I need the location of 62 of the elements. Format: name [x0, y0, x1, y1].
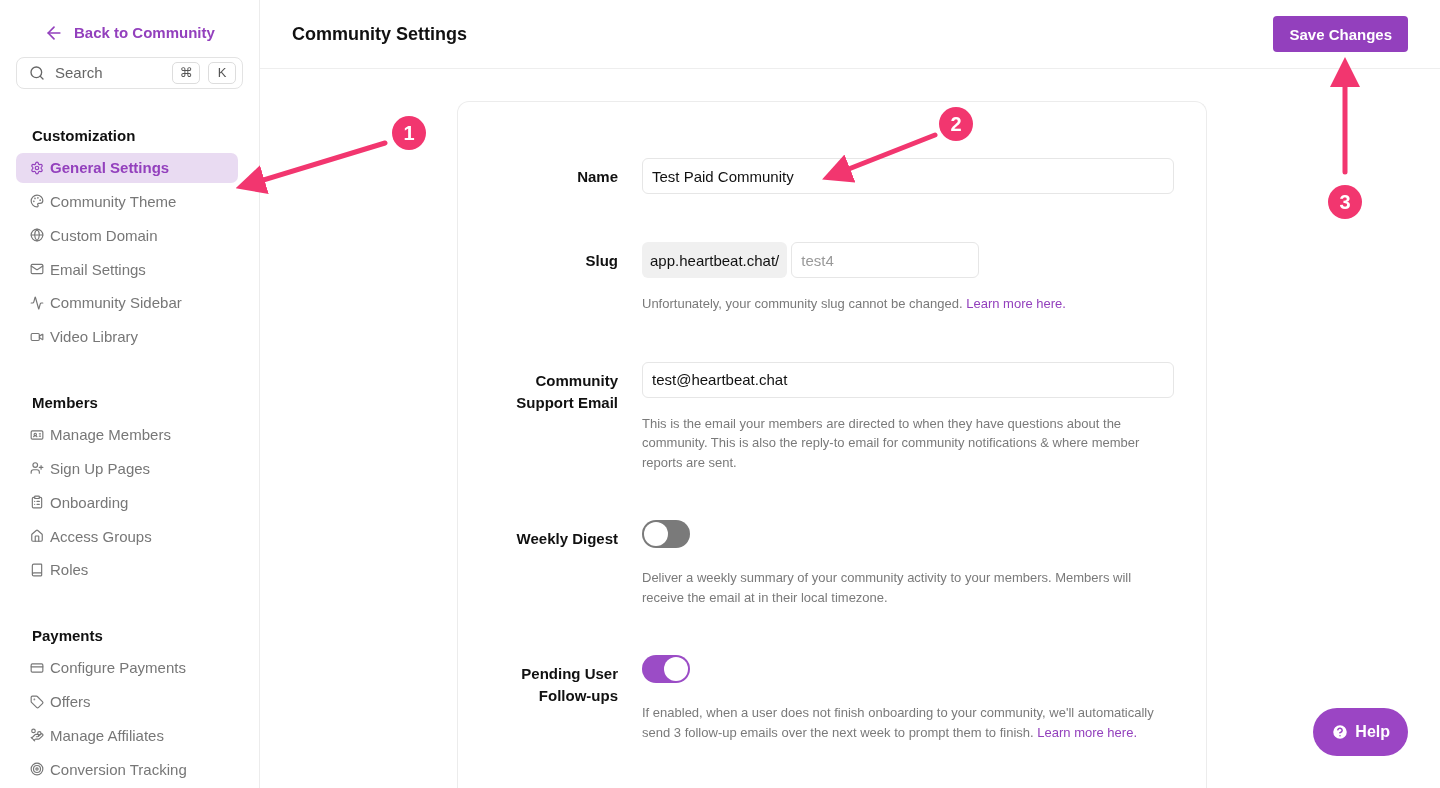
toggle-switch[interactable]: [642, 655, 690, 683]
help-text: If enabled, when a user does not finish onboarding to your community, we'll automatically send 3 follow-up emails over the next week to prompt them to finish. Learn more here.: [642, 704, 1155, 742]
help-text: Unfortunately, your community slug cannot be changed. Learn more here.: [642, 295, 1067, 313]
slug-field[interactable]: test4: [791, 242, 980, 278]
field-label: Name: [576, 167, 618, 187]
credit-card-icon: [30, 660, 44, 675]
pulse-icon: [30, 295, 44, 310]
globe-icon: [30, 228, 44, 243]
field-label: Pending User Follow-ups: [520, 664, 618, 706]
text-field[interactable]: Test Paid Community: [642, 158, 1174, 194]
help-text: Deliver a weekly summary of your community activity to your members. Members will receive the email at in their local timezone.: [642, 569, 1133, 607]
save-button[interactable]: Save Changes: [1273, 16, 1408, 52]
toggle-switch[interactable]: [642, 520, 690, 548]
page-title: Community Settings: [292, 23, 467, 45]
sidebar-item[interactable]: Sign Up Pages: [16, 453, 238, 484]
tag-icon: [30, 694, 44, 709]
sidebar-item[interactable]: Community Sidebar: [16, 288, 238, 318]
section-title: Customization: [31, 126, 137, 144]
user-plus-icon: [30, 461, 44, 476]
shortcut-key: K: [208, 61, 236, 84]
sidebar-item[interactable]: General Settings: [16, 152, 238, 183]
field-label: Community Support Email: [515, 370, 618, 413]
sidebar-item[interactable]: Configure Payments: [16, 652, 238, 683]
step-number: 2: [939, 107, 973, 141]
id-card-icon: [30, 427, 44, 442]
sidebar-item[interactable]: Video Library: [16, 321, 238, 352]
section-title: Payments: [31, 626, 104, 644]
sidebar-item[interactable]: Manage Affiliates: [16, 720, 238, 751]
sidebar-item[interactable]: Access Groups: [16, 521, 238, 551]
field-label: Slug: [584, 251, 618, 271]
sidebar-item[interactable]: Onboarding: [16, 487, 238, 518]
book-icon: [30, 562, 44, 577]
palette-icon: [30, 194, 44, 209]
gear-icon: [30, 160, 44, 175]
sidebar-item[interactable]: Offers: [16, 686, 238, 717]
sidebar-item[interactable]: Roles: [16, 555, 238, 585]
sidebar-item[interactable]: Custom Domain: [16, 220, 238, 251]
url-prefix: app.heartbeat.chat/: [642, 242, 788, 278]
question-icon: [1331, 723, 1350, 741]
search-icon: [29, 64, 45, 81]
clipboard-icon: [30, 495, 44, 510]
step-number: 3: [1328, 185, 1362, 219]
sidebar-item[interactable]: Conversion Tracking: [16, 754, 238, 785]
text-field[interactable]: test@heartbeat.chat: [642, 361, 1174, 398]
sidebar-item[interactable]: Manage Members: [16, 419, 238, 450]
target-icon: [30, 762, 44, 777]
sidebar-item[interactable]: Community Theme: [16, 186, 238, 217]
help-button[interactable]: Help: [1313, 708, 1408, 756]
step-number: 1: [392, 116, 426, 150]
field-label: Weekly Digest: [515, 529, 618, 549]
envelope-icon: [30, 262, 44, 277]
back-link[interactable]: Back to Community: [16, 22, 243, 44]
help-text: This is the email your members are directed to when they have questions about the community. This is also the reply-to email for community notifications & where member reports are sent.: [642, 414, 1141, 472]
sidebar-item[interactable]: Email Settings: [16, 254, 238, 284]
shortcut-key: ⌘: [172, 61, 200, 84]
house-icon: [30, 529, 44, 544]
search-field[interactable]: Search: [53, 63, 164, 83]
hand-coin-icon: [30, 728, 44, 743]
search-box[interactable]: Search ⌘ K: [16, 56, 243, 89]
section-title: Members: [31, 393, 99, 411]
learn-more-link[interactable]: Learn more here.: [966, 296, 1066, 311]
learn-more-link[interactable]: Learn more here.: [1037, 724, 1137, 740]
